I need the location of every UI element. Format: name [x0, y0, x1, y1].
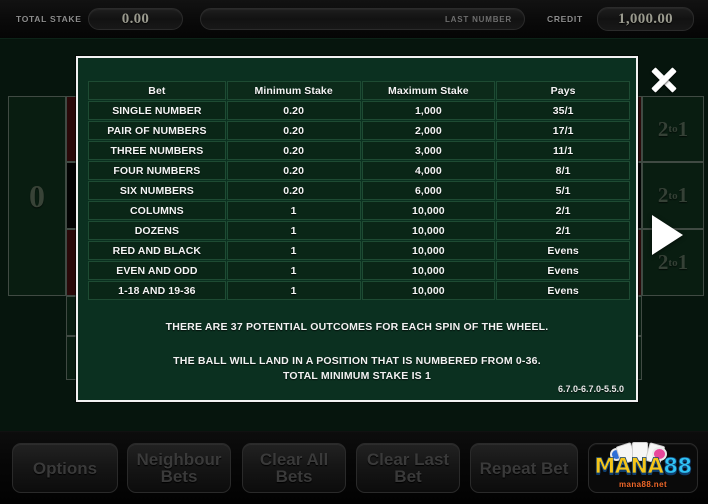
brand-logo: MANA88 mana88.net	[589, 441, 697, 493]
cell-min: 1	[226, 261, 361, 280]
clear-last-bet-button-label: Clear Last Bet	[366, 450, 450, 486]
repeat-bet-button-label: Repeat Bet	[479, 458, 569, 478]
cell-min: 1	[226, 281, 361, 300]
cell-bet: SINGLE NUMBER	[88, 101, 226, 120]
cell-bet: PAIR OF NUMBERS	[88, 121, 226, 140]
cell-max: 10,000	[361, 261, 496, 280]
last-number-field: LAST NUMBER	[200, 8, 525, 30]
paytable-dialog: Bet Minimum Stake Maximum Stake Pays SIN…	[76, 56, 638, 402]
column-header-min: Minimum Stake	[226, 81, 361, 100]
next-arrow-icon[interactable]	[652, 215, 683, 255]
paytable-notes: THERE ARE 37 POTENTIAL OUTCOMES FOR EACH…	[78, 320, 636, 384]
cell-pays: 17/1	[496, 121, 630, 140]
cell-min: 0.20	[226, 121, 361, 140]
cell-pays: Evens	[496, 281, 630, 300]
cell-pays: 11/1	[496, 141, 630, 160]
cell-pays: 8/1	[496, 161, 630, 180]
cell-pays: 2/1	[496, 201, 630, 220]
table-row: DOZENS 1 10,000 2/1	[88, 221, 630, 240]
version-label: 6.7.0-6.7.0-5.5.0	[557, 384, 624, 394]
cell-max: 10,000	[361, 281, 496, 300]
cell-bet: THREE NUMBERS	[88, 141, 226, 160]
cell-bet: EVEN AND ODD	[88, 261, 226, 280]
table-row: FOUR NUMBERS 0.20 4,000 8/1	[88, 161, 630, 180]
cell-min: 1	[226, 241, 361, 260]
cell-min: 0.20	[226, 181, 361, 200]
cell-min: 0.20	[226, 141, 361, 160]
table-row: PAIR OF NUMBERS 0.20 2,000 17/1	[88, 121, 630, 140]
cell-bet: SIX NUMBERS	[88, 181, 226, 200]
top-status-bar: TOTAL STAKE 0.00 LAST NUMBER CREDIT 1,00…	[0, 0, 708, 39]
repeat-bet-button[interactable]: Repeat Bet	[470, 443, 578, 493]
options-button[interactable]: Options	[12, 443, 118, 493]
cell-max: 10,000	[361, 201, 496, 220]
cell-pays: 35/1	[496, 101, 630, 120]
cell-min: 0.20	[226, 101, 361, 120]
column-header-max: Maximum Stake	[361, 81, 496, 100]
cell-pays: Evens	[496, 261, 630, 280]
cell-min: 1	[226, 221, 361, 240]
credit-field: 1,000.00	[597, 7, 694, 31]
cell-pays: 5/1	[496, 181, 630, 200]
note-ball-landing: THE BALL WILL LAND IN A POSITION THAT IS…	[173, 355, 541, 382]
total-stake-field: 0.00	[88, 8, 183, 30]
cell-bet: RED AND BLACK	[88, 241, 226, 260]
paytable: Bet Minimum Stake Maximum Stake Pays SIN…	[87, 80, 631, 301]
total-stake-value: 0.00	[121, 10, 150, 27]
table-row: RED AND BLACK 1 10,000 Evens	[88, 241, 630, 260]
clear-all-bets-button-label: Clear All Bets	[259, 450, 329, 486]
brand-logo-title-main: MANA	[594, 453, 664, 478]
credit-value: 1,000.00	[618, 10, 673, 27]
table-row: SINGLE NUMBER 0.20 1,000 35/1	[88, 101, 630, 120]
cell-max: 6,000	[361, 181, 496, 200]
brand-logo-title: MANA88	[594, 455, 693, 477]
brand-logo-button[interactable]: MANA88 mana88.net	[588, 441, 698, 493]
close-icon[interactable]	[648, 64, 679, 95]
cell-max: 3,000	[361, 141, 496, 160]
options-button-label: Options	[32, 458, 98, 478]
cell-bet: COLUMNS	[88, 201, 226, 220]
cell-pays: 2/1	[496, 221, 630, 240]
table-row: SIX NUMBERS 0.20 6,000 5/1	[88, 181, 630, 200]
cell-min: 1	[226, 201, 361, 220]
neighbour-bets-button-label: Neighbour Bets	[136, 450, 222, 486]
cell-bet: FOUR NUMBERS	[88, 161, 226, 180]
clear-all-bets-button[interactable]: Clear All Bets	[242, 443, 346, 493]
cell-pays: Evens	[496, 241, 630, 260]
last-number-label: LAST NUMBER	[444, 14, 512, 24]
cell-max: 10,000	[361, 241, 496, 260]
roulette-game-screen: TOTAL STAKE 0.00 LAST NUMBER CREDIT 1,00…	[0, 0, 708, 504]
cell-max: 2,000	[361, 121, 496, 140]
cell-bet: DOZENS	[88, 221, 226, 240]
total-stake-label: TOTAL STAKE	[16, 14, 82, 24]
cell-max: 1,000	[361, 101, 496, 120]
brand-logo-subtitle: mana88.net	[618, 479, 668, 489]
paytable-header-row: Bet Minimum Stake Maximum Stake Pays	[88, 81, 630, 100]
credit-label: CREDIT	[547, 14, 583, 24]
cell-bet: 1-18 AND 19-36	[88, 281, 226, 300]
table-row: THREE NUMBERS 0.20 3,000 11/1	[88, 141, 630, 160]
brand-logo-title-digits: 88	[663, 453, 693, 478]
note-outcomes: THERE ARE 37 POTENTIAL OUTCOMES FOR EACH…	[165, 321, 549, 333]
cell-max: 10,000	[361, 221, 496, 240]
neighbour-bets-button[interactable]: Neighbour Bets	[127, 443, 231, 493]
bottom-toolbar: Options Neighbour Bets Clear All Bets Cl…	[0, 431, 708, 504]
table-row: COLUMNS 1 10,000 2/1	[88, 201, 630, 220]
clear-last-bet-button[interactable]: Clear Last Bet	[356, 443, 460, 493]
cell-min: 0.20	[226, 161, 361, 180]
column-header-pays: Pays	[496, 81, 630, 100]
table-row: 1-18 AND 19-36 1 10,000 Evens	[88, 281, 630, 300]
column-header-bet: Bet	[88, 81, 226, 100]
table-row: EVEN AND ODD 1 10,000 Evens	[88, 261, 630, 280]
cell-max: 4,000	[361, 161, 496, 180]
